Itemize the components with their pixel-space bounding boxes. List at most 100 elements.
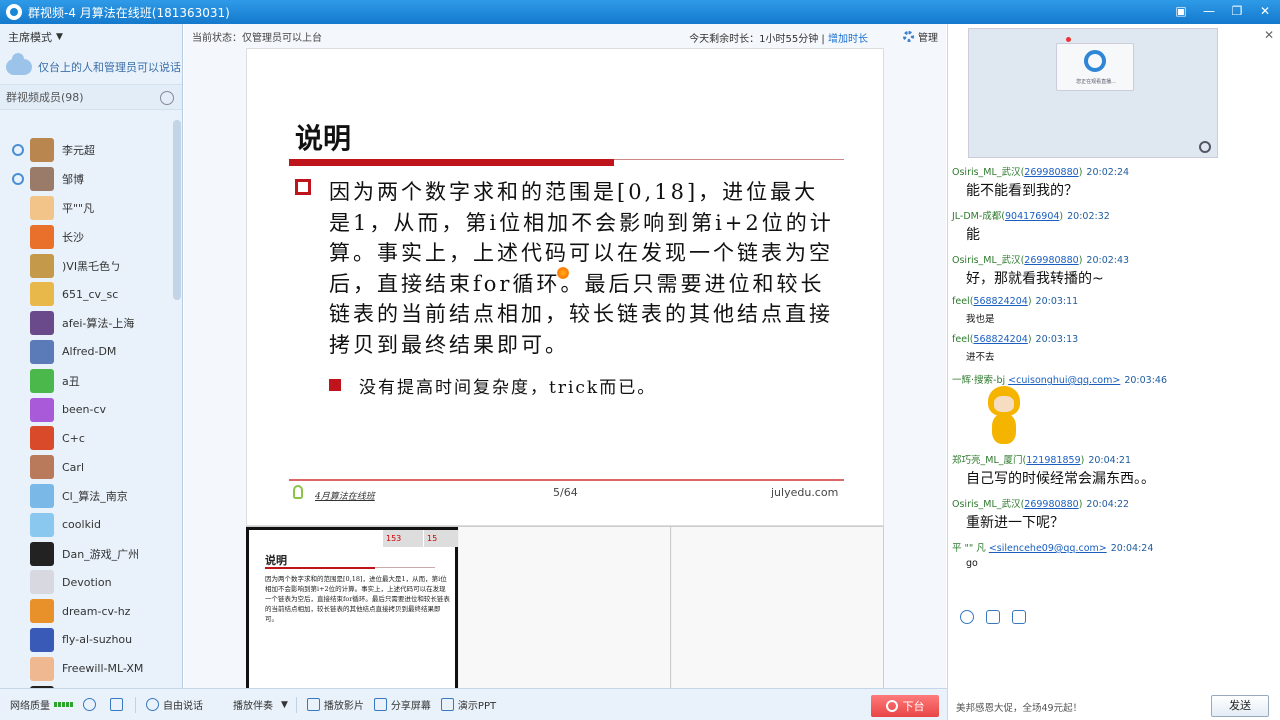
maximize-button[interactable]: ❐ bbox=[1228, 3, 1246, 19]
mic-status-icon bbox=[12, 634, 24, 646]
extend-time-link[interactable]: 增加时长 bbox=[828, 34, 868, 45]
avatar[interactable] bbox=[30, 455, 54, 480]
member-item[interactable]: afei-算法-上海 bbox=[0, 309, 172, 338]
microphone-button[interactable] bbox=[83, 698, 100, 711]
person-search-icon[interactable] bbox=[160, 91, 174, 105]
member-item[interactable]: Cl_算法_南京 bbox=[0, 482, 172, 511]
member-item[interactable]: dream-cv-hz bbox=[0, 597, 172, 626]
video-thumbnail-main[interactable]: 153 15 说明 因为两个数字求和的范围是[0,18]，进位最大是1，从而，第… bbox=[246, 527, 458, 689]
accompaniment-label: 播放伴奏 bbox=[233, 701, 273, 712]
message-sender-id[interactable]: 269980880 bbox=[1024, 255, 1078, 266]
flower-count-badge[interactable]: 153 bbox=[383, 530, 423, 547]
image-icon[interactable] bbox=[1012, 610, 1026, 624]
chat-input[interactable] bbox=[948, 628, 1280, 688]
avatar[interactable] bbox=[30, 138, 54, 163]
message-sender[interactable]: 一辉·搜索-bj bbox=[952, 375, 1005, 386]
gift-count-badge[interactable]: 15 bbox=[424, 530, 458, 547]
message-sender[interactable]: 郑巧亮_ML_厦门 bbox=[952, 455, 1023, 466]
message-sender[interactable]: JL-DM-成都 bbox=[952, 211, 1001, 222]
message-sender[interactable]: Osiris_ML_武汉 bbox=[952, 499, 1021, 510]
member-item[interactable]: Dan_游戏_广州 bbox=[0, 539, 172, 568]
close-icon[interactable]: ✕ bbox=[1264, 28, 1274, 42]
member-item[interactable]: 平""凡 bbox=[0, 194, 172, 223]
video-thumbnail-empty[interactable] bbox=[672, 527, 884, 689]
video-caption: 您正在观看直播... bbox=[1076, 79, 1116, 85]
member-scrollbar[interactable] bbox=[173, 120, 181, 300]
avatar[interactable] bbox=[30, 426, 54, 451]
divider bbox=[295, 696, 297, 713]
message-sender[interactable]: feel bbox=[952, 334, 970, 345]
zoom-icon[interactable] bbox=[1199, 141, 1211, 153]
member-item[interactable]: 邹博 bbox=[0, 165, 172, 194]
member-name: fly-al-suzhou bbox=[62, 633, 133, 647]
title-rule-thin bbox=[614, 159, 844, 160]
avatar[interactable] bbox=[30, 656, 54, 681]
message-sender-id[interactable]: 568824204 bbox=[973, 296, 1027, 307]
message-sender-id[interactable]: 269980880 bbox=[1024, 167, 1078, 178]
send-button[interactable]: 发送 bbox=[1211, 695, 1269, 717]
message-sender-id[interactable]: <silencehe09@qq.com> bbox=[989, 543, 1107, 554]
minimize-button[interactable]: — bbox=[1200, 3, 1218, 19]
promo-link[interactable]: 美邦感恩大促，全场49元起！ bbox=[956, 700, 1082, 714]
member-item[interactable]: Carl bbox=[0, 453, 172, 482]
emoji-icon[interactable] bbox=[960, 610, 974, 624]
avatar[interactable] bbox=[30, 599, 54, 624]
title-rule bbox=[289, 159, 614, 166]
member-item[interactable]: 长沙 bbox=[0, 222, 172, 251]
present-ppt-button[interactable]: 演示PPT bbox=[440, 697, 496, 712]
member-item[interactable]: C+c bbox=[0, 424, 172, 453]
message-sender-id[interactable]: 904176904 bbox=[1005, 211, 1059, 222]
avatar[interactable] bbox=[30, 570, 54, 595]
accompaniment-button[interactable]: 播放伴奏 ▼ bbox=[233, 697, 288, 713]
thumbnail-rule bbox=[265, 567, 375, 569]
member-item[interactable]: 李元超 bbox=[0, 136, 172, 165]
member-item[interactable]: Alfred-DM bbox=[0, 338, 172, 367]
avatar[interactable] bbox=[30, 397, 54, 422]
play-movie-button[interactable]: 播放影片 bbox=[306, 697, 364, 712]
member-item[interactable]: 651_cv_sc bbox=[0, 280, 172, 309]
avatar[interactable] bbox=[30, 224, 54, 249]
scissors-icon[interactable] bbox=[986, 610, 1000, 624]
chat-tools bbox=[960, 610, 1026, 624]
avatar[interactable] bbox=[30, 339, 54, 364]
message-sender[interactable]: Osiris_ML_武汉 bbox=[952, 167, 1021, 178]
avatar[interactable] bbox=[30, 167, 54, 192]
free-talk-button[interactable]: 自由说话 bbox=[146, 697, 203, 712]
close-button[interactable]: ✕ bbox=[1256, 3, 1274, 19]
avatar[interactable] bbox=[30, 512, 54, 537]
mode-selector[interactable]: 主席模式 ▼ bbox=[0, 24, 182, 50]
manage-button[interactable]: 管理 bbox=[903, 29, 938, 44]
message-sender[interactable]: feel bbox=[952, 296, 970, 307]
hollow-square-bullet-icon bbox=[295, 179, 311, 195]
avatar[interactable] bbox=[30, 627, 54, 652]
message-sender-id[interactable]: <cuisonghui@qq.com> bbox=[1008, 375, 1120, 386]
message-sender-id[interactable]: 121981859 bbox=[1026, 455, 1080, 466]
message-sender[interactable]: Osiris_ML_武汉 bbox=[952, 255, 1021, 266]
member-item[interactable]: fly-al-suzhou bbox=[0, 626, 172, 655]
member-item[interactable]: coolkid bbox=[0, 510, 172, 539]
avatar[interactable] bbox=[30, 541, 54, 566]
avatar[interactable] bbox=[30, 368, 54, 393]
member-item[interactable]: a丑 bbox=[0, 366, 172, 395]
video-thumbnail-strip: 153 15 说明 因为两个数字求和的范围是[0,18]，进位最大是1，从而，第… bbox=[246, 526, 884, 689]
member-item[interactable]: Devotion bbox=[0, 568, 172, 597]
avatar[interactable] bbox=[30, 195, 54, 220]
message-sender[interactable]: 平 "" 凡 bbox=[952, 543, 986, 554]
leave-stage-button[interactable]: 下台 bbox=[871, 695, 939, 717]
skin-button[interactable]: ▣ bbox=[1172, 3, 1190, 19]
avatar[interactable] bbox=[30, 282, 54, 307]
video-thumbnail-empty[interactable] bbox=[459, 527, 671, 689]
speaker-button[interactable] bbox=[110, 698, 127, 711]
message-sender-id[interactable]: 568824204 bbox=[973, 334, 1027, 345]
avatar[interactable] bbox=[30, 483, 54, 508]
mic-status-icon bbox=[12, 202, 24, 214]
avatar[interactable] bbox=[30, 311, 54, 336]
message-sender-id[interactable]: 269980880 bbox=[1024, 499, 1078, 510]
cloud-icon bbox=[6, 53, 32, 75]
member-item[interactable]: been-cv bbox=[0, 395, 172, 424]
member-item[interactable]: )VI黑乇色ㄅ bbox=[0, 251, 172, 280]
video-preview[interactable]: 您正在观看直播... bbox=[968, 28, 1218, 158]
share-screen-button[interactable]: 分享屏幕 bbox=[373, 697, 431, 712]
avatar[interactable] bbox=[30, 253, 54, 278]
member-item[interactable]: Freewill-ML-XM bbox=[0, 654, 172, 683]
